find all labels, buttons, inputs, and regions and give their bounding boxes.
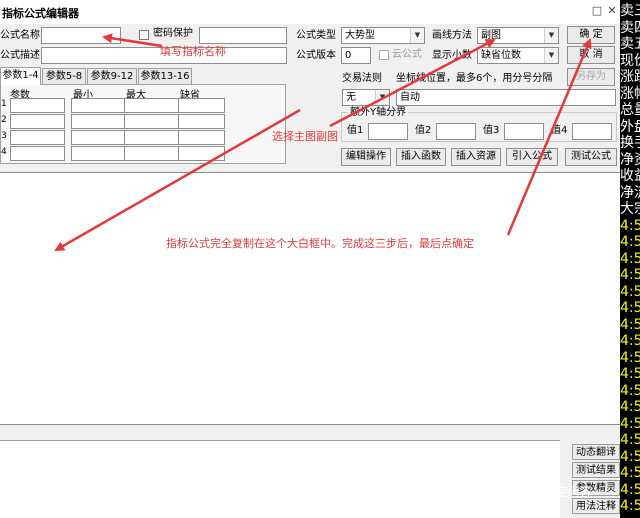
arrow-to-editor	[54, 108, 301, 252]
annotation-arrows	[54, 33, 592, 252]
strip-item: 4:5	[620, 498, 640, 514]
arrow-to-draw-method	[329, 38, 496, 128]
arrow-to-ok	[506, 38, 592, 236]
arrow-to-name	[102, 33, 163, 48]
watermark: 头条 @ 悟空问答	[500, 485, 592, 499]
tab-params-1-4[interactable]: 参数1-4	[0, 67, 41, 85]
formula-editor-window: 指标公式编辑器 □ ✕ 公式名称 密码保护 公式类型 大势型 ▼ 画线方法 副图…	[0, 0, 620, 518]
